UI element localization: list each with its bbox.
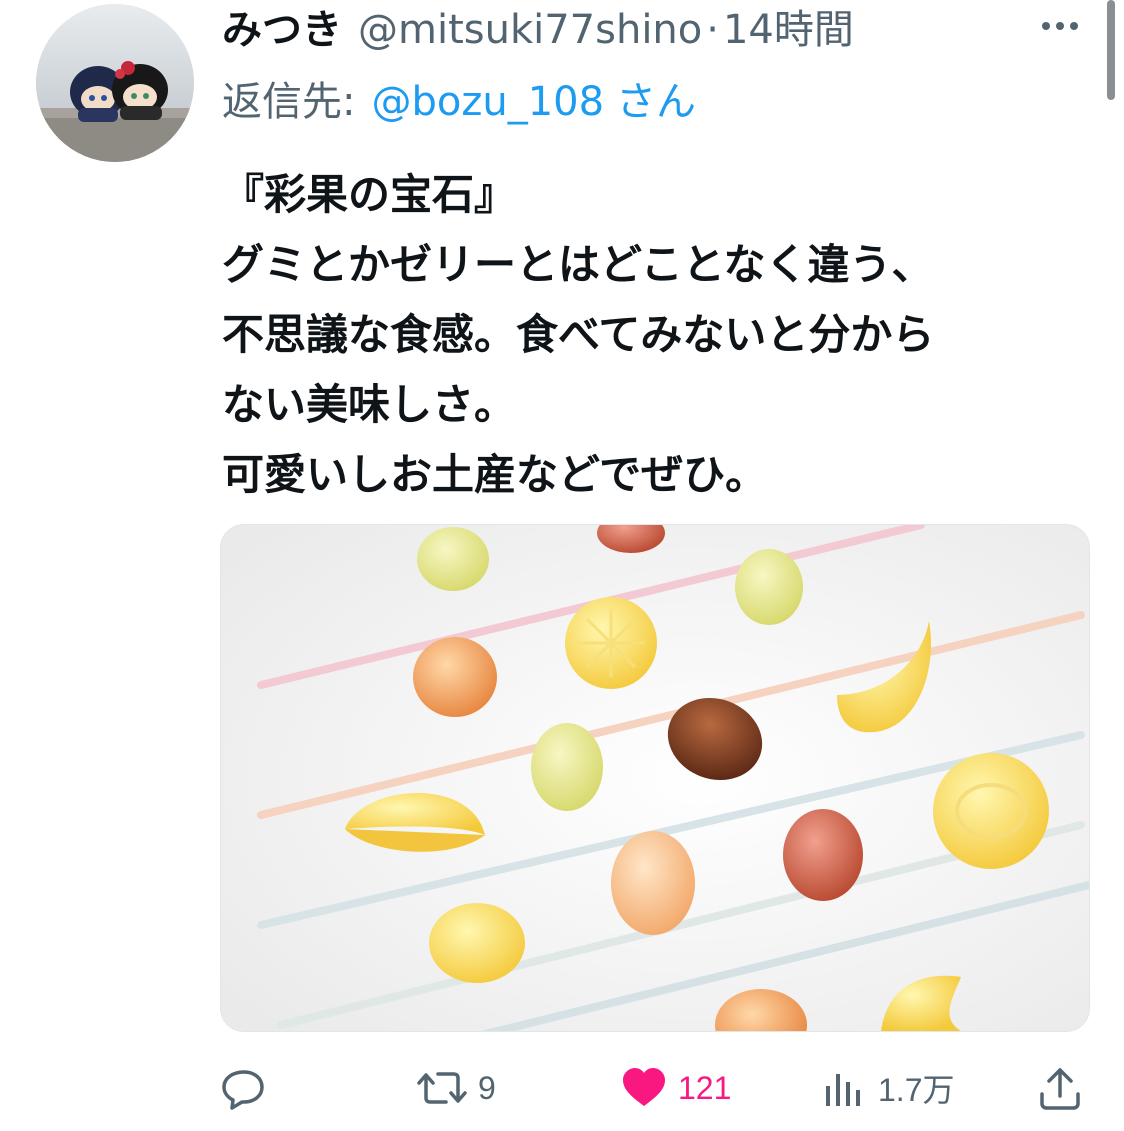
reply-to-handle[interactable]: @bozu_108 bbox=[371, 79, 604, 125]
tweet-text-line: 可愛いしお土産などでぜひ。 bbox=[222, 450, 768, 499]
share-button[interactable] bbox=[1036, 1056, 1094, 1120]
retweet-count: 9 bbox=[478, 1069, 496, 1106]
retweet-icon bbox=[417, 1072, 467, 1104]
like-button[interactable]: 121 bbox=[620, 1056, 731, 1120]
views-icon bbox=[826, 1074, 860, 1106]
retweet-button[interactable]: 9 bbox=[416, 1056, 496, 1120]
tweet-text-line: 『彩果の宝石』 bbox=[222, 170, 517, 219]
views-count: 1.7万 bbox=[878, 1072, 955, 1108]
reply-button[interactable] bbox=[220, 1056, 278, 1120]
like-count: 121 bbox=[678, 1069, 732, 1106]
reply-to-line: 返信先: @bozu_108 さん bbox=[222, 74, 696, 130]
avatar[interactable] bbox=[36, 4, 194, 162]
tweet-header: みつき @mitsuki77shino · 14時間 bbox=[222, 4, 854, 56]
tweet-text-line: 不思議な食感。食べてみないと分から bbox=[222, 310, 935, 359]
timestamp[interactable]: 14時間 bbox=[723, 4, 854, 56]
fruit-jelly-photo bbox=[221, 525, 1089, 1031]
tweet-action-bar: 9 121 1.7万 bbox=[220, 1056, 1090, 1120]
tweet-media[interactable] bbox=[220, 524, 1090, 1032]
reply-to-prefix: 返信先: bbox=[222, 79, 356, 125]
views-button[interactable]: 1.7万 bbox=[820, 1056, 955, 1120]
scrollbar[interactable] bbox=[1107, 0, 1115, 100]
display-name[interactable]: みつき bbox=[222, 4, 342, 56]
user-handle[interactable]: @mitsuki77shino bbox=[358, 4, 702, 56]
separator-dot: · bbox=[706, 7, 719, 53]
reply-to-suffix[interactable]: さん bbox=[616, 79, 696, 125]
heart-icon bbox=[623, 1068, 665, 1106]
tweet-text: 『彩果の宝石』 グミとかゼリーとはどことなく違う、 不思議な食感。食べてみないと… bbox=[222, 160, 1102, 510]
avatar-image bbox=[36, 4, 194, 162]
reply-icon bbox=[222, 1070, 264, 1110]
share-icon bbox=[1040, 1068, 1080, 1110]
tweet-text-line: グミとかゼリーとはどことなく違う、 bbox=[222, 240, 934, 289]
tweet-text-line: ない美味しさ。 bbox=[222, 380, 517, 429]
more-options-icon[interactable] bbox=[1040, 14, 1080, 38]
